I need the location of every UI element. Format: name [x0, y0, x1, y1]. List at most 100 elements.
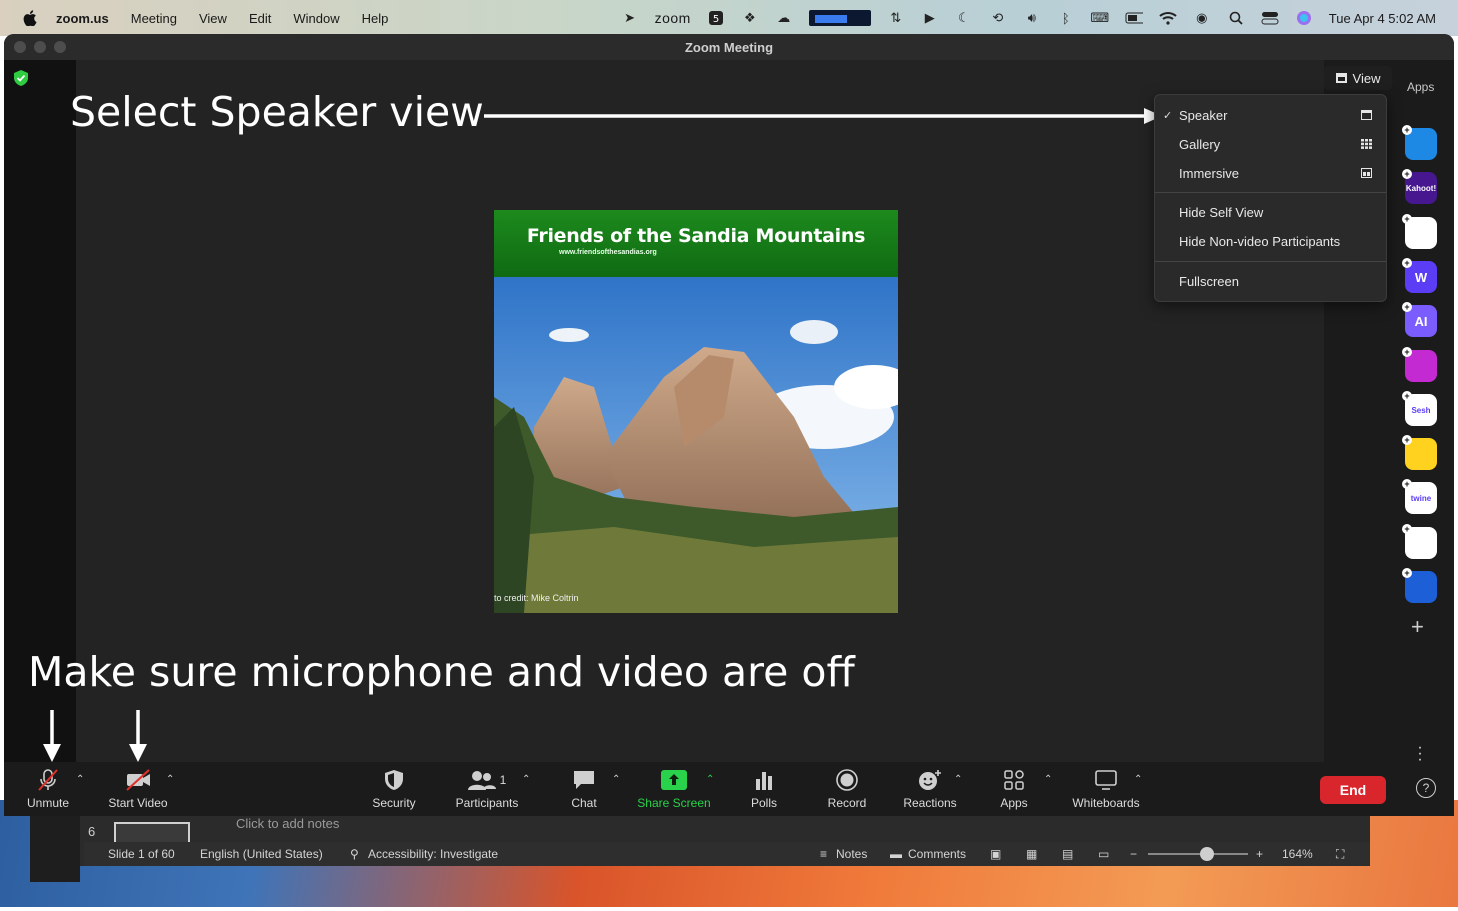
apple-icon[interactable]	[22, 10, 38, 26]
menu-item-gallery[interactable]: Gallery	[1155, 130, 1386, 158]
unmute-button[interactable]: Unmute	[22, 768, 74, 812]
wifi-icon[interactable]	[1159, 9, 1177, 27]
menu-edit[interactable]: Edit	[249, 11, 271, 26]
polls-button[interactable]: Polls	[744, 768, 784, 812]
comments-icon[interactable]: ▬	[890, 847, 902, 861]
app-app-w-icon[interactable]: W +	[1402, 258, 1437, 293]
window-controls	[14, 41, 66, 53]
app-app-wave-icon[interactable]: +	[1402, 347, 1437, 382]
cpu-meter[interactable]	[808, 10, 871, 26]
slideshow-icon[interactable]: ▭	[1098, 847, 1109, 861]
user-account-icon[interactable]: ◉	[1193, 9, 1211, 27]
battery-icon[interactable]	[1125, 9, 1143, 27]
accessibility-status[interactable]: Accessibility: Investigate	[368, 847, 498, 861]
accessibility-icon[interactable]: ⚲	[350, 847, 359, 861]
menu-clock[interactable]: Tue Apr 4 5:02 AM	[1329, 11, 1436, 26]
app-app-ai-icon[interactable]: AI +	[1402, 302, 1437, 337]
start-video-label: Start Video	[108, 796, 168, 810]
apps-chevron-icon[interactable]: ⌃	[1044, 774, 1052, 785]
menu-help[interactable]: Help	[362, 11, 389, 26]
record-button[interactable]: Record	[822, 768, 872, 812]
reactions-label: Reactions	[903, 796, 957, 810]
app-sesh-icon[interactable]: Sesh +	[1402, 391, 1437, 426]
app-app-red-icon[interactable]: +	[1402, 214, 1437, 249]
share-screen-chevron-icon[interactable]: ⌃	[706, 774, 714, 785]
cloud-icon[interactable]: ☁	[775, 9, 793, 27]
dropbox-icon[interactable]: ❖	[741, 9, 759, 27]
zoom-out-icon[interactable]: −	[1130, 847, 1137, 861]
zoom-slider-track[interactable]	[1148, 853, 1248, 855]
share-screen-button[interactable]: Share Screen	[634, 768, 714, 812]
menu-item-speaker[interactable]: ✓ Speaker	[1155, 101, 1386, 129]
bluetooth-icon[interactable]: ᛒ	[1057, 9, 1075, 27]
reactions-button[interactable]: Reactions	[898, 768, 962, 812]
start-video-button[interactable]: Start Video	[102, 768, 174, 812]
participants-button[interactable]: 1 Participants	[452, 768, 522, 812]
keyboard-icon[interactable]: ⌨	[1090, 9, 1109, 27]
control-center-icon[interactable]	[1261, 9, 1279, 27]
spotlight-search-icon[interactable]	[1227, 9, 1245, 27]
chat-label: Chat	[571, 796, 597, 810]
menu-view[interactable]: View	[199, 11, 227, 26]
notes-button[interactable]: Notes	[836, 847, 867, 861]
menu-meeting[interactable]: Meeting	[131, 11, 177, 26]
participants-chevron-icon[interactable]: ⌃	[522, 774, 530, 785]
app-app-arrow-icon[interactable]: +	[1402, 125, 1437, 160]
volume-icon[interactable]: 🔊︎	[1023, 9, 1041, 27]
security-button[interactable]: Security	[364, 768, 424, 812]
fit-to-window-icon[interactable]: ⛶	[1336, 847, 1344, 862]
add-app-badge-icon: +	[1402, 258, 1412, 268]
slide-thumbnail[interactable]	[114, 822, 190, 842]
five-icon[interactable]: 5	[707, 9, 725, 27]
app-app-sync-icon[interactable]: +	[1402, 568, 1437, 603]
minimize-window-button[interactable]	[34, 41, 46, 53]
immersive-icon	[1361, 168, 1372, 178]
time-machine-icon[interactable]: ⟲	[989, 9, 1007, 27]
menu-window[interactable]: Window	[293, 11, 339, 26]
app-app-blocks-icon[interactable]: +	[1402, 524, 1437, 559]
reading-view-icon[interactable]: ▤	[1062, 847, 1073, 861]
app-app-emoji-icon[interactable]: +	[1402, 435, 1437, 470]
menu-item-fullscreen[interactable]: Fullscreen	[1155, 267, 1386, 295]
notes-placeholder[interactable]: Click to add notes	[236, 816, 339, 831]
close-window-button[interactable]	[14, 41, 26, 53]
maximize-window-button[interactable]	[54, 41, 66, 53]
reactions-chevron-icon[interactable]: ⌃	[954, 774, 962, 785]
app-twine-icon[interactable]: twine +	[1402, 479, 1437, 514]
end-meeting-button[interactable]: End	[1320, 776, 1386, 804]
arrow-to-start-video	[129, 710, 147, 762]
menu-item-immersive[interactable]: Immersive	[1155, 159, 1386, 187]
siri-icon[interactable]	[1295, 9, 1313, 27]
apps-button[interactable]: Apps	[994, 768, 1034, 812]
chat-chevron-icon[interactable]: ⌃	[612, 774, 620, 785]
encryption-shield-icon[interactable]	[14, 70, 28, 86]
screen: zoom.us Meeting View Edit Window Help ➤ …	[0, 0, 1458, 911]
menu-bar: zoom.us Meeting View Edit Window Help ➤ …	[0, 0, 1458, 36]
normal-view-icon[interactable]: ▣	[990, 847, 1001, 861]
zoom-slider-handle[interactable]	[1200, 847, 1214, 861]
zoom-level[interactable]: 164%	[1282, 847, 1313, 861]
app-kahoot-icon[interactable]: Kahoot! +	[1402, 169, 1437, 204]
menu-item-hide-self-view[interactable]: Hide Self View	[1155, 198, 1386, 226]
network-stats-icon[interactable]: ⇅	[887, 9, 905, 27]
help-button[interactable]: ?	[1416, 778, 1436, 798]
more-options-icon[interactable]: · · ·	[1416, 740, 1424, 768]
slide-sorter-icon[interactable]: ▦	[1026, 847, 1037, 861]
whiteboards-button[interactable]: Whiteboards	[1068, 768, 1144, 812]
app-name[interactable]: zoom.us	[56, 11, 109, 26]
language-indicator[interactable]: English (United States)	[200, 847, 323, 861]
add-app-plus-icon[interactable]: +	[1411, 614, 1424, 640]
chat-button[interactable]: Chat	[564, 768, 604, 812]
moon-icon[interactable]: ☾	[955, 9, 973, 27]
play-circle-icon[interactable]: ▶	[921, 9, 939, 27]
zoom-menu-extra[interactable]: zoom	[655, 10, 691, 26]
zoom-in-icon[interactable]: +	[1256, 847, 1263, 861]
comments-button[interactable]: Comments	[908, 847, 966, 861]
whiteboards-chevron-icon[interactable]: ⌃	[1134, 774, 1142, 785]
location-arrow-icon[interactable]: ➤	[621, 9, 639, 27]
menu-item-hide-non-video[interactable]: Hide Non-video Participants	[1155, 227, 1386, 255]
view-button[interactable]: View	[1324, 66, 1392, 90]
audio-options-chevron-icon[interactable]: ⌃	[76, 774, 84, 785]
notes-icon[interactable]: ≡	[820, 847, 827, 861]
video-options-chevron-icon[interactable]: ⌃	[166, 774, 174, 785]
